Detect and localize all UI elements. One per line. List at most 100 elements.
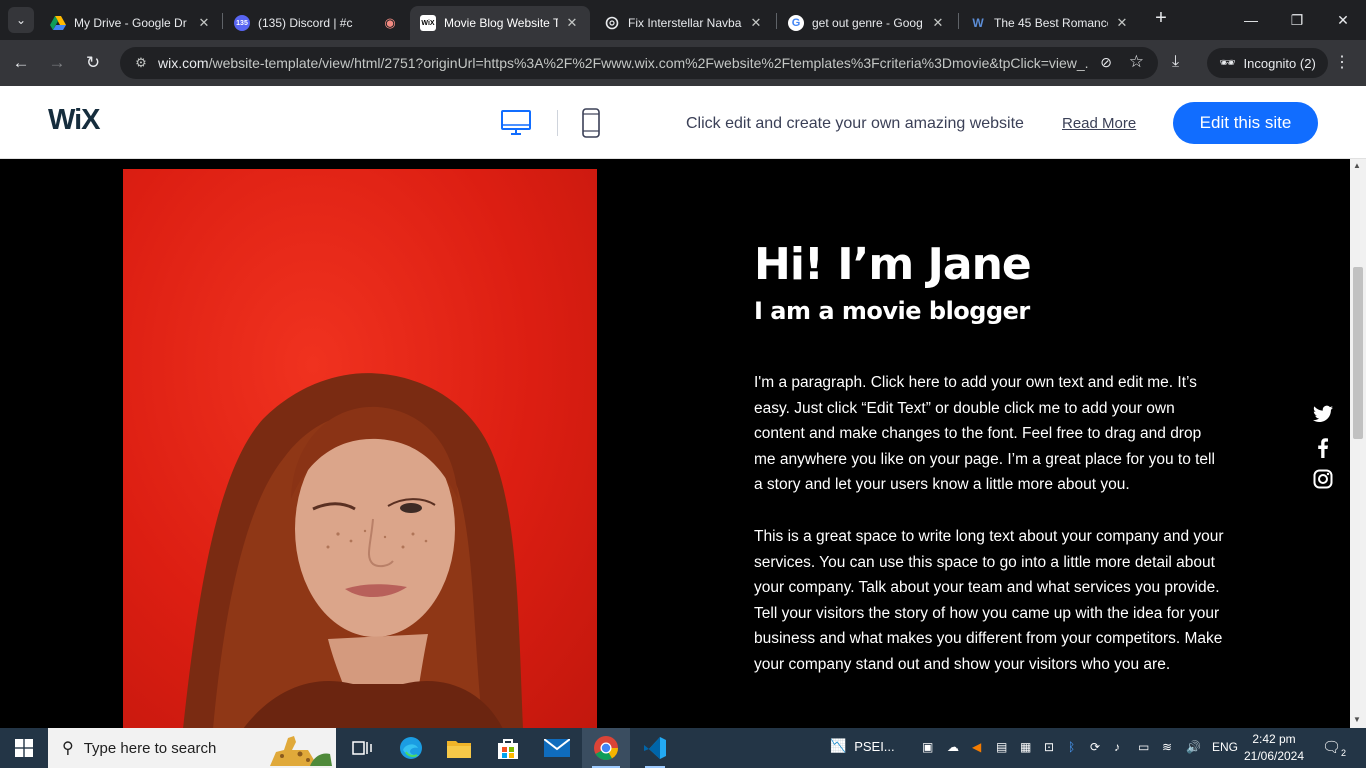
- tab-movie-blog[interactable]: WiX Movie Blog Website T ✕: [410, 6, 590, 40]
- vscode-icon[interactable]: [631, 728, 679, 768]
- clock-date: 21/06/2024: [1243, 749, 1305, 763]
- search-icon: ⚲: [62, 740, 74, 757]
- incognito-profile-button[interactable]: 🕶 Incognito (2): [1207, 48, 1328, 78]
- notification-count: 2: [1341, 748, 1347, 758]
- network-settings-icon[interactable]: ▤: [996, 740, 1007, 754]
- language-indicator[interactable]: ENG: [1212, 740, 1238, 754]
- store-icon[interactable]: [484, 728, 532, 768]
- about-paragraph-2: This is a great space to write long text…: [754, 528, 1224, 673]
- close-icon[interactable]: ✕: [748, 15, 764, 31]
- bluetooth-icon[interactable]: ᛒ: [1068, 740, 1075, 754]
- browser-toolbar: ← → ↻ ⚙ wix.com/website-template/view/ht…: [0, 40, 1366, 86]
- page-scrollbar[interactable]: ▲ ▼: [1350, 159, 1366, 728]
- url-text[interactable]: wix.com/website-template/view/html/2751?…: [158, 55, 1088, 71]
- forward-button[interactable]: →: [44, 50, 70, 76]
- address-bar[interactable]: ⚙ wix.com/website-template/view/html/275…: [120, 47, 1158, 79]
- file-explorer-icon[interactable]: [435, 728, 483, 768]
- close-window-button[interactable]: ✕: [1320, 6, 1366, 34]
- minimize-button[interactable]: —: [1228, 6, 1274, 34]
- search-placeholder: Type here to search: [83, 739, 217, 757]
- desktop-view-icon[interactable]: [501, 110, 531, 141]
- tab-title: My Drive - Google Dr: [74, 16, 187, 30]
- download-icon[interactable]: ⤓: [1172, 53, 1179, 71]
- facebook-icon[interactable]: [1313, 438, 1333, 458]
- battery-icon[interactable]: ▭: [1138, 740, 1149, 754]
- task-view-icon[interactable]: [338, 728, 386, 768]
- mail-icon[interactable]: [533, 728, 581, 768]
- wifi-icon[interactable]: ≋: [1162, 740, 1172, 754]
- reload-button[interactable]: ↻: [80, 50, 106, 76]
- stock-chart-icon: 📉: [830, 738, 847, 753]
- chrome-icon[interactable]: [582, 728, 630, 768]
- wix-logo[interactable]: WiX: [48, 104, 101, 137]
- scrollbar-thumb[interactable]: [1353, 267, 1363, 439]
- tab-divider: [776, 13, 777, 29]
- stock-widget[interactable]: 📉 PSEI...: [830, 738, 895, 754]
- tab-title: get out genre - Goog: [812, 16, 923, 30]
- tab-divider: [958, 13, 959, 29]
- google-drive-icon: [50, 15, 66, 31]
- chatgpt-icon: [604, 15, 620, 31]
- tab-title: Movie Blog Website T: [444, 16, 558, 30]
- clock[interactable]: 2:42 pm 21/06/2024: [1242, 731, 1306, 765]
- edge-icon[interactable]: [387, 728, 435, 768]
- hero-subtitle: I am a movie blogger: [754, 297, 1030, 325]
- google-icon: G: [788, 15, 804, 31]
- bookmark-star-icon[interactable]: ☆: [1129, 52, 1144, 72]
- notification-center-icon[interactable]: 🗨2: [1322, 738, 1346, 758]
- update-icon[interactable]: ⟳: [1090, 740, 1100, 754]
- tab-title: Fix Interstellar Navba: [628, 16, 742, 30]
- mobile-view-icon[interactable]: [582, 108, 600, 143]
- close-icon[interactable]: ✕: [1114, 15, 1130, 31]
- giraffe-illustration: [270, 736, 332, 766]
- read-more-link[interactable]: Read More: [1062, 115, 1136, 132]
- discord-badge: 135: [236, 19, 248, 27]
- site-info-icon[interactable]: ⚙: [130, 55, 152, 71]
- onedrive-icon[interactable]: ☁: [947, 740, 959, 754]
- discord-icon: 135: [234, 15, 250, 31]
- tab-search-button[interactable]: ⌄: [8, 7, 34, 33]
- twitter-icon[interactable]: [1313, 405, 1333, 425]
- windows-taskbar: ⚲ Type here to search 📉 PSEI... ▣ ☁ ◀ ▤ …: [0, 728, 1366, 768]
- close-icon[interactable]: ✕: [196, 15, 212, 31]
- close-icon[interactable]: ✕: [564, 15, 580, 31]
- scroll-up-icon[interactable]: ▲: [1353, 161, 1361, 170]
- close-icon[interactable]: ✕: [930, 15, 946, 31]
- tab-strip: ⌄ My Drive - Google Dr ✕ 135 (135) Disco…: [0, 0, 1366, 40]
- teams-icon[interactable]: ▣: [922, 740, 933, 754]
- recording-icon[interactable]: ◉: [382, 15, 398, 31]
- tab-google-drive[interactable]: My Drive - Google Dr ✕: [40, 6, 222, 40]
- w-icon: W: [972, 16, 984, 30]
- taskbar-search-box[interactable]: ⚲ Type here to search: [48, 728, 336, 768]
- wix-promo-message: Click edit and create your own amazing w…: [686, 115, 1024, 132]
- new-tab-button[interactable]: +: [1150, 8, 1172, 30]
- tab-google-search[interactable]: G get out genre - Goog ✕: [778, 6, 956, 40]
- back-button[interactable]: ←: [8, 50, 34, 76]
- camera-icon[interactable]: ⊡: [1044, 740, 1054, 754]
- profile-label: Incognito (2): [1243, 55, 1316, 71]
- tab-fix-navbar[interactable]: Fix Interstellar Navba ✕: [594, 6, 774, 40]
- site-preview: Hi! I’m Jane I am a movie blogger I'm a …: [0, 159, 1350, 728]
- about-paragraph-1: I'm a paragraph. Click here to add your …: [754, 374, 1215, 494]
- instagram-icon[interactable]: [1313, 469, 1333, 489]
- restore-button[interactable]: ❐: [1274, 6, 1320, 34]
- audio-icon[interactable]: ◀: [972, 740, 981, 754]
- incognito-icon: 🕶: [1219, 55, 1236, 70]
- tab-romance[interactable]: W The 45 Best Romance ✕: [960, 6, 1140, 40]
- wix-icon: WiX: [420, 15, 436, 31]
- microphone-icon[interactable]: ♪: [1114, 740, 1120, 754]
- eye-off-icon[interactable]: ⊘: [1100, 54, 1112, 71]
- tab-discord[interactable]: 135 (135) Discord | #c ◉: [224, 6, 408, 40]
- edit-this-site-button[interactable]: Edit this site: [1173, 102, 1318, 144]
- url-path: /website-template/view/html/2751?originU…: [208, 55, 1088, 71]
- wix-preview-header: WiX Click edit and create your own amazi…: [0, 86, 1366, 159]
- scroll-down-icon[interactable]: ▼: [1353, 715, 1361, 724]
- tab-divider: [222, 13, 223, 29]
- windows-security-icon[interactable]: ▦: [1020, 740, 1031, 754]
- stock-label: PSEI...: [854, 738, 895, 754]
- windows-start-icon[interactable]: [0, 728, 48, 768]
- volume-icon[interactable]: 🔊: [1186, 740, 1201, 754]
- profile-photo: [123, 169, 597, 728]
- clock-time: 2:42 pm: [1252, 732, 1296, 746]
- menu-icon[interactable]: ⋮: [1334, 52, 1350, 72]
